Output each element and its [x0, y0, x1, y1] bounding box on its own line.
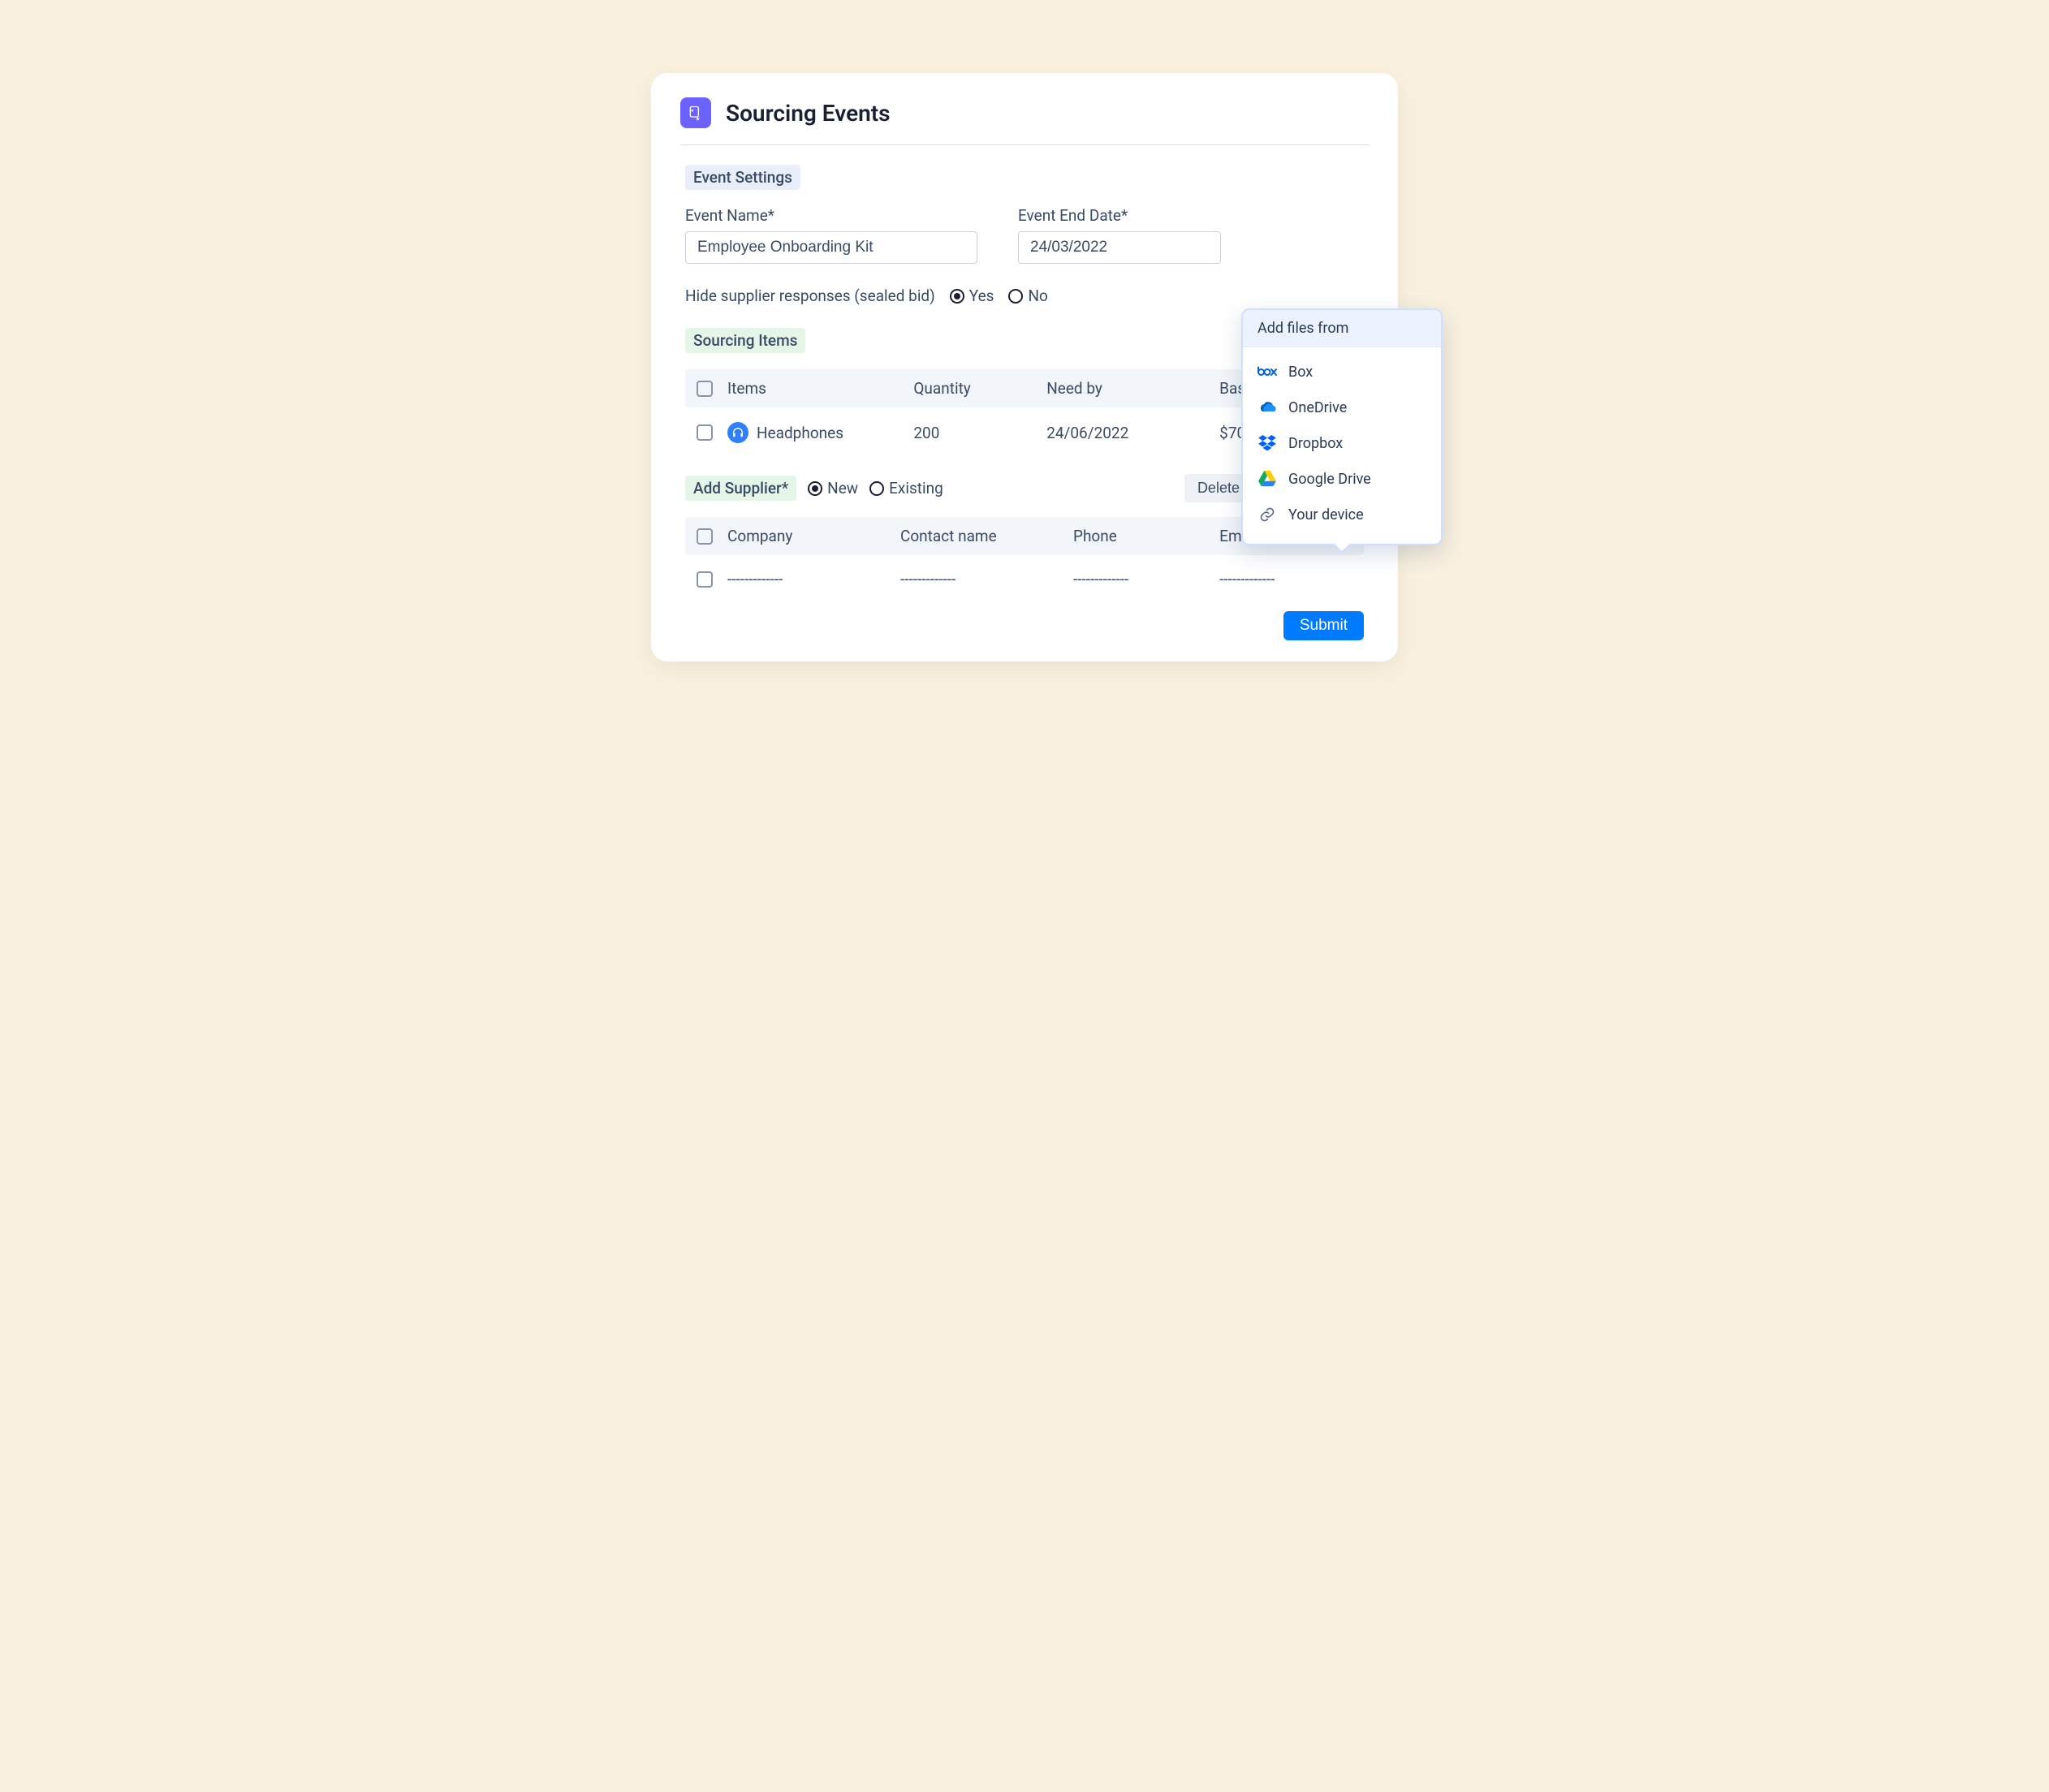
section-sourcing-items: Sourcing Items — [685, 328, 805, 353]
item-quantity: 200 — [913, 424, 1046, 442]
supplier-company: ------------- — [727, 570, 900, 588]
page-title: Sourcing Events — [726, 100, 891, 127]
popover-title: Add files from — [1243, 310, 1441, 347]
popover-item-onedrive-label: OneDrive — [1288, 399, 1347, 416]
event-name-field: Event Name* — [685, 206, 977, 264]
supplier-contact: ------------- — [900, 570, 1073, 588]
sealed-bid-yes-label: Yes — [969, 286, 994, 305]
item-row-checkbox[interactable] — [697, 424, 713, 441]
col-contact-name: Contact name — [900, 527, 1073, 545]
supplier-email: ------------- — [1219, 570, 1352, 588]
radio-checked-icon — [950, 289, 964, 304]
item-name-cell: Headphones — [727, 422, 913, 443]
popover-item-device[interactable]: Your device — [1251, 497, 1433, 532]
event-end-date-input[interactable] — [1018, 231, 1221, 264]
supplier-new[interactable]: New — [808, 479, 858, 498]
onedrive-icon — [1257, 398, 1277, 417]
popover-item-device-label: Your device — [1288, 506, 1364, 523]
popover-arrow-icon — [1332, 544, 1352, 554]
popover-item-box[interactable]: Box — [1251, 354, 1433, 390]
event-end-date-field: Event End Date* — [1018, 206, 1221, 264]
sealed-bid-no[interactable]: No — [1008, 286, 1047, 305]
event-end-date-label: Event End Date* — [1018, 206, 1221, 225]
google-drive-icon — [1257, 469, 1277, 489]
card-footer: Submit — [685, 611, 1364, 640]
dropbox-icon — [1257, 433, 1277, 453]
card-header: Sourcing Events — [680, 97, 1369, 145]
suppliers-table-row: ------------- ------------- ------------… — [685, 555, 1364, 603]
radio-unchecked-icon — [1008, 289, 1023, 304]
col-needby: Need by — [1046, 379, 1219, 398]
sealed-bid-yes[interactable]: Yes — [950, 286, 994, 305]
items-select-all-checkbox[interactable] — [697, 381, 713, 397]
col-phone: Phone — [1073, 527, 1219, 545]
fields-row: Event Name* Event End Date* — [685, 206, 1364, 264]
radio-checked-icon — [808, 481, 822, 496]
sealed-bid-no-label: No — [1028, 286, 1047, 305]
col-company: Company — [727, 527, 900, 545]
sealed-bid-label: Hide supplier responses (sealed bid) — [685, 286, 935, 305]
link-icon — [1257, 505, 1277, 524]
col-quantity: Quantity — [913, 379, 1046, 398]
popover-item-box-label: Box — [1288, 364, 1313, 381]
event-name-label: Event Name* — [685, 206, 977, 225]
box-icon — [1257, 362, 1277, 381]
suppliers-select-all-checkbox[interactable] — [697, 528, 713, 545]
supplier-existing[interactable]: Existing — [869, 479, 943, 498]
supplier-phone: ------------- — [1073, 570, 1219, 588]
col-items: Items — [727, 379, 913, 398]
sourcing-icon — [680, 97, 711, 128]
popover-item-onedrive[interactable]: OneDrive — [1251, 390, 1433, 425]
sourcing-events-card: Sourcing Events Event Settings Event Nam… — [651, 73, 1398, 661]
headphones-icon — [727, 422, 748, 443]
add-files-popover: Add files from Box — [1241, 308, 1443, 545]
item-name: Headphones — [757, 424, 843, 442]
event-name-input[interactable] — [685, 231, 977, 264]
sealed-bid-row: Hide supplier responses (sealed bid) Yes… — [685, 286, 1364, 305]
popover-item-gdrive-label: Google Drive — [1288, 471, 1371, 488]
item-needby: 24/06/2022 — [1046, 424, 1219, 442]
section-event-settings: Event Settings — [685, 165, 800, 190]
section-add-supplier: Add Supplier* — [685, 476, 796, 501]
submit-button[interactable]: Submit — [1283, 611, 1364, 640]
supplier-new-label: New — [827, 479, 858, 498]
popover-item-dropbox-label: Dropbox — [1288, 435, 1343, 452]
radio-unchecked-icon — [869, 481, 884, 496]
supplier-existing-label: Existing — [889, 479, 943, 498]
popover-item-gdrive[interactable]: Google Drive — [1251, 461, 1433, 497]
popover-item-dropbox[interactable]: Dropbox — [1251, 425, 1433, 461]
popover-list: Box OneDrive — [1243, 347, 1441, 544]
supplier-row-checkbox[interactable] — [697, 571, 713, 588]
